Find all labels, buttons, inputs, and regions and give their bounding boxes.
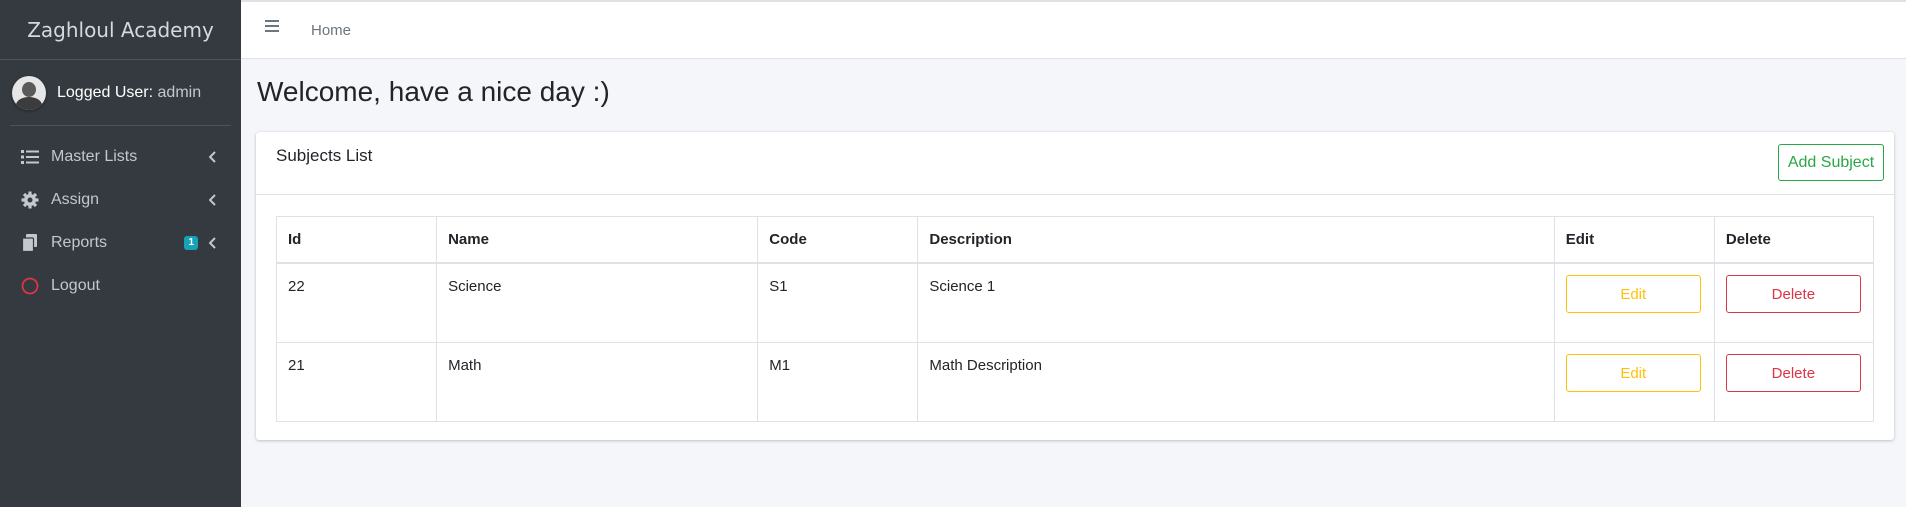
chevron-left-icon: [209, 193, 216, 206]
sidebar-nav: Master Lists Assign Reports 1 Logout: [0, 126, 241, 307]
gear-icon: [19, 190, 41, 210]
card-header: Subjects List Add Subject: [256, 132, 1894, 195]
sidebar-item-label: Reports: [51, 233, 108, 251]
add-subject-button[interactable]: Add Subject: [1778, 144, 1884, 181]
subjects-card: Subjects List Add Subject Id Name Code D…: [256, 132, 1894, 440]
chevron-left-icon: [209, 236, 216, 249]
brand-link[interactable]: Zaghloul Academy: [0, 0, 241, 60]
sidebar-item-assign[interactable]: Assign: [0, 178, 241, 221]
sidebar-item-reports[interactable]: Reports 1: [0, 221, 241, 264]
card-title: Subjects List: [276, 146, 373, 165]
subjects-table: Id Name Code Description Edit Delete 22 …: [275, 216, 1875, 422]
user-panel: Logged User: admin: [10, 60, 231, 126]
logged-user-text: Logged User: admin: [57, 84, 201, 102]
column-header-description: Description: [917, 216, 1555, 264]
sidebar-item-master-lists[interactable]: Master Lists: [0, 135, 241, 178]
cell-id: 22: [275, 262, 438, 343]
chevron-left-icon: [209, 150, 216, 163]
copy-icon: [19, 233, 41, 253]
cell-code: M1: [757, 342, 919, 422]
reports-count-badge: 1: [184, 235, 198, 250]
sidebar: Zaghloul Academy Logged User: admin Mast…: [0, 0, 241, 507]
cell-id: 21: [275, 342, 438, 422]
column-header-name: Name: [436, 216, 759, 264]
logged-user-label: Logged User:: [57, 83, 154, 101]
table-row: 21 Math M1 Math Description Edit Delete: [275, 342, 1875, 422]
column-header-edit: Edit: [1553, 216, 1715, 264]
column-header-code: Code: [757, 216, 919, 264]
cell-code: S1: [757, 262, 919, 343]
cell-delete: Delete: [1713, 342, 1875, 422]
edit-button[interactable]: Edit: [1565, 354, 1701, 392]
sidebar-item-label: Logout: [51, 276, 100, 294]
breadcrumb-home-link[interactable]: Home: [311, 22, 351, 39]
menu-toggle-icon[interactable]: [265, 20, 279, 32]
logged-user-name[interactable]: admin: [158, 84, 202, 101]
sidebar-item-logout[interactable]: Logout: [0, 264, 241, 307]
power-circle-icon: [19, 276, 41, 296]
cell-edit: Edit: [1553, 342, 1715, 422]
list-icon: [19, 147, 41, 167]
table-row: 22 Science S1 Science 1 Edit Delete: [275, 262, 1875, 343]
edit-button[interactable]: Edit: [1565, 275, 1701, 313]
sidebar-item-label: Master Lists: [51, 147, 138, 165]
column-header-id: Id: [275, 216, 438, 264]
page-title: Welcome, have a nice day :): [257, 76, 610, 107]
cell-delete: Delete: [1713, 262, 1875, 343]
sidebar-item-label: Assign: [51, 190, 100, 208]
table-header-row: Id Name Code Description Edit Delete: [275, 216, 1875, 264]
top-navbar: Home: [241, 0, 1906, 59]
cell-name: Math: [436, 342, 759, 422]
cell-description: Science 1: [917, 262, 1555, 343]
avatar[interactable]: [12, 75, 46, 110]
delete-button[interactable]: Delete: [1725, 275, 1861, 313]
delete-button[interactable]: Delete: [1725, 354, 1861, 392]
cell-edit: Edit: [1553, 262, 1715, 343]
cell-name: Science: [436, 262, 759, 343]
column-header-delete: Delete: [1713, 216, 1875, 264]
cell-description: Math Description: [917, 342, 1555, 422]
